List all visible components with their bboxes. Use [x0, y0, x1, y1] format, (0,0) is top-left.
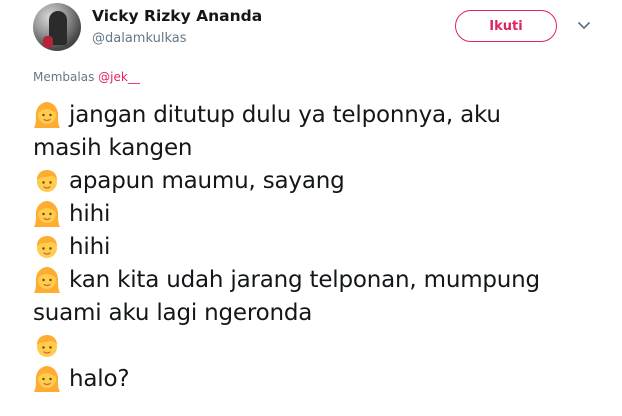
- tweet-line: hihi: [33, 197, 613, 230]
- tweet-line-text: hihi: [69, 200, 111, 227]
- tweet-line-text: kan kita udah jarang telponan, mumpung: [69, 266, 540, 293]
- avatar-accent: [43, 36, 53, 48]
- follow-button[interactable]: Ikuti: [455, 10, 557, 42]
- avatar[interactable]: [33, 3, 81, 51]
- woman-emoji-icon: [34, 200, 60, 227]
- tweet-line: apapun maumu, sayang: [33, 164, 613, 197]
- woman-emoji-icon: [34, 266, 60, 293]
- tweet-line: kan kita udah jarang telponan, mumpung: [33, 263, 613, 296]
- tweet-line-text: suami aku lagi ngeronda: [33, 299, 313, 326]
- man-emoji-icon: [37, 169, 57, 192]
- tweet-header: Vicky Rizky Ananda @dalamkulkas Ikuti: [0, 0, 622, 60]
- tweet-line: hihi: [33, 230, 613, 263]
- reply-mention-link[interactable]: @jek__: [98, 70, 140, 84]
- woman-emoji-icon: [34, 101, 60, 128]
- man-emoji-icon: [37, 334, 57, 357]
- tweet-line-text: apapun maumu, sayang: [69, 167, 345, 194]
- tweet-line-text: halo?: [69, 365, 130, 392]
- tweet-line: suami aku lagi ngeronda: [33, 296, 613, 329]
- man-emoji-icon: [37, 235, 57, 258]
- tweet-line: masih kangen: [33, 131, 613, 164]
- tweet-text: jangan ditutup dulu ya telponnya, aku ma…: [33, 98, 613, 395]
- chevron-down-icon[interactable]: [575, 17, 593, 35]
- tweet-line: halo?: [33, 362, 613, 395]
- reply-prefix: Membalas: [33, 70, 99, 84]
- author-handle[interactable]: @dalamkulkas: [92, 31, 186, 46]
- tweet-line: [33, 329, 613, 362]
- woman-emoji-icon: [34, 365, 60, 392]
- reply-context: Membalas @jek__: [33, 70, 140, 84]
- tweet-line-text: masih kangen: [33, 134, 193, 161]
- tweet-line: jangan ditutup dulu ya telponnya, aku: [33, 98, 613, 131]
- tweet-line-text: jangan ditutup dulu ya telponnya, aku: [69, 101, 501, 128]
- tweet-line-text: hihi: [69, 233, 111, 260]
- author-display-name[interactable]: Vicky Rizky Ananda: [92, 7, 262, 25]
